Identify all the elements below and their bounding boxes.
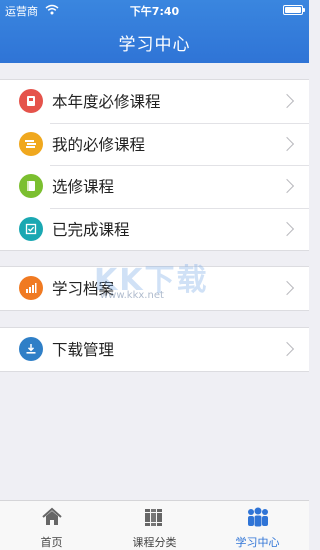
chevron-right-icon [279, 94, 295, 109]
menu-item-completed[interactable]: 已完成课程 [0, 207, 309, 251]
download-menu-group: 下载管理 [0, 327, 309, 372]
books-icon [144, 509, 162, 526]
course-menu-group: 本年度必修课程 我的必修课程 选修课程 已完成课程 [0, 79, 309, 251]
menu-item-elective[interactable]: 选修课程 [0, 165, 309, 208]
menu-item-download-manager[interactable]: 下载管理 [0, 328, 309, 371]
header-bar: 运营商 下午7:40 学习中心 [0, 0, 309, 63]
chevron-right-icon [279, 342, 295, 357]
checklist-icon [19, 216, 43, 241]
people-icon [247, 507, 268, 527]
tab-course-categories[interactable]: 课程分类 [103, 501, 206, 550]
status-bar: 运营商 下午7:40 [0, 0, 309, 20]
tab-label: 课程分类 [132, 536, 177, 549]
menu-item-label: 已完成课程 [52, 220, 130, 239]
menu-item-annual-required[interactable]: 本年度必修课程 [0, 80, 309, 123]
download-icon [19, 337, 43, 362]
tab-label: 首页 [40, 536, 63, 549]
menu-item-label: 下载管理 [52, 341, 115, 360]
menu-item-label: 学习档案 [52, 280, 115, 299]
chart-icon [19, 276, 43, 301]
battery-icon [283, 5, 305, 15]
page-title: 学习中心 [118, 35, 191, 55]
stack-icon [19, 131, 43, 156]
menu-item-learning-archive[interactable]: 学习档案 [0, 267, 309, 310]
chevron-right-icon [279, 221, 295, 236]
home-icon [41, 507, 62, 525]
menu-item-label: 本年度必修课程 [52, 93, 161, 112]
chevron-right-icon [279, 281, 295, 296]
status-time: 下午7:40 [129, 5, 180, 18]
book-icon [19, 89, 43, 114]
tab-label: 学习中心 [235, 536, 280, 549]
chevron-right-icon [279, 136, 295, 151]
menu-item-label: 我的必修课程 [52, 135, 146, 154]
note-icon [19, 174, 43, 199]
menu-item-label: 选修课程 [52, 178, 115, 197]
archive-menu-group: 学习档案 [0, 266, 309, 311]
tab-home[interactable]: 首页 [0, 501, 103, 550]
tab-learning-center[interactable]: 学习中心 [206, 501, 309, 550]
chevron-right-icon [279, 179, 295, 194]
menu-item-my-required[interactable]: 我的必修课程 [0, 122, 309, 166]
tab-bar: 首页 课程分类 学习中心 [0, 500, 309, 550]
